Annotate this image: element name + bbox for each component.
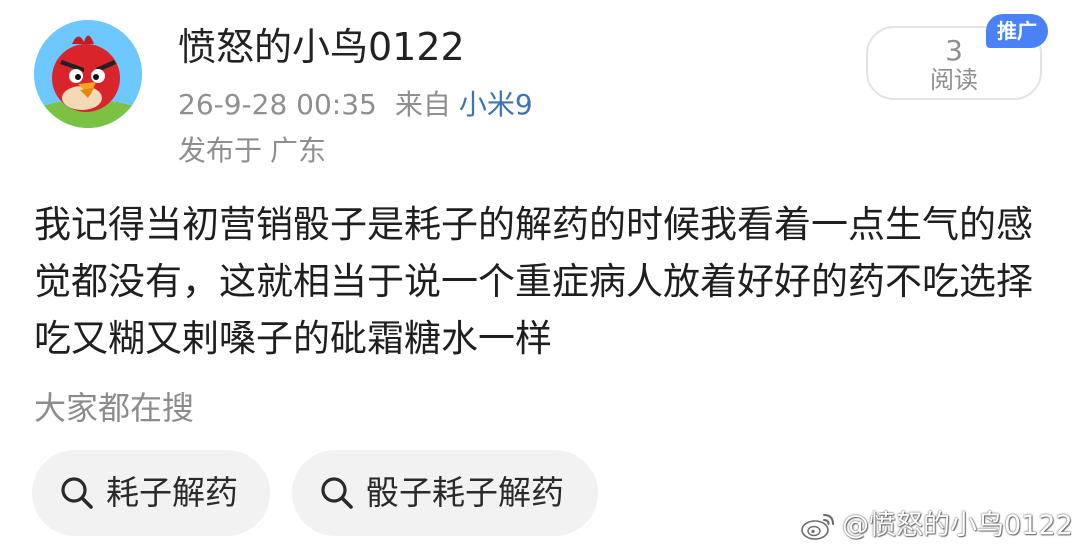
hot-search-chip[interactable]: 骰子耗子解药 [292, 450, 598, 536]
post-location: 发布于 广东 [178, 131, 326, 171]
hot-search-title: 大家都在搜 [34, 389, 195, 427]
avatar[interactable] [34, 20, 142, 128]
post-meta: 26-9-28 00:35 来自 小米9 [178, 84, 533, 126]
device-link[interactable]: 小米9 [459, 88, 533, 121]
hot-search-chip-label: 骰子耗子解药 [366, 473, 564, 512]
post-body: 我记得当初营销骰子是耗子的解药的时候我看着一点生气的感觉都没有，这就相当于说一个… [34, 203, 1033, 360]
promo-badge[interactable]: 推广 [986, 14, 1048, 48]
angry-bird-avatar-icon [34, 20, 142, 128]
watermark: @愤怒的小鸟0122 [800, 508, 1073, 544]
from-label: 来自 [394, 88, 451, 121]
search-icon [318, 474, 356, 512]
weibo-logo-icon [800, 511, 836, 541]
username[interactable]: 愤怒的小鸟0122 [178, 22, 465, 72]
hot-search-chip[interactable]: 耗子解药 [32, 450, 270, 536]
watermark-text: @愤怒的小鸟0122 [842, 510, 1073, 541]
timestamp: 26-9-28 00:35 [178, 88, 377, 121]
hot-search-chip-label: 耗子解药 [106, 473, 238, 512]
location-prefix: 发布于 [178, 134, 263, 167]
location-value: 广东 [270, 134, 327, 167]
read-label: 阅读 [930, 66, 978, 94]
search-icon [58, 474, 96, 512]
